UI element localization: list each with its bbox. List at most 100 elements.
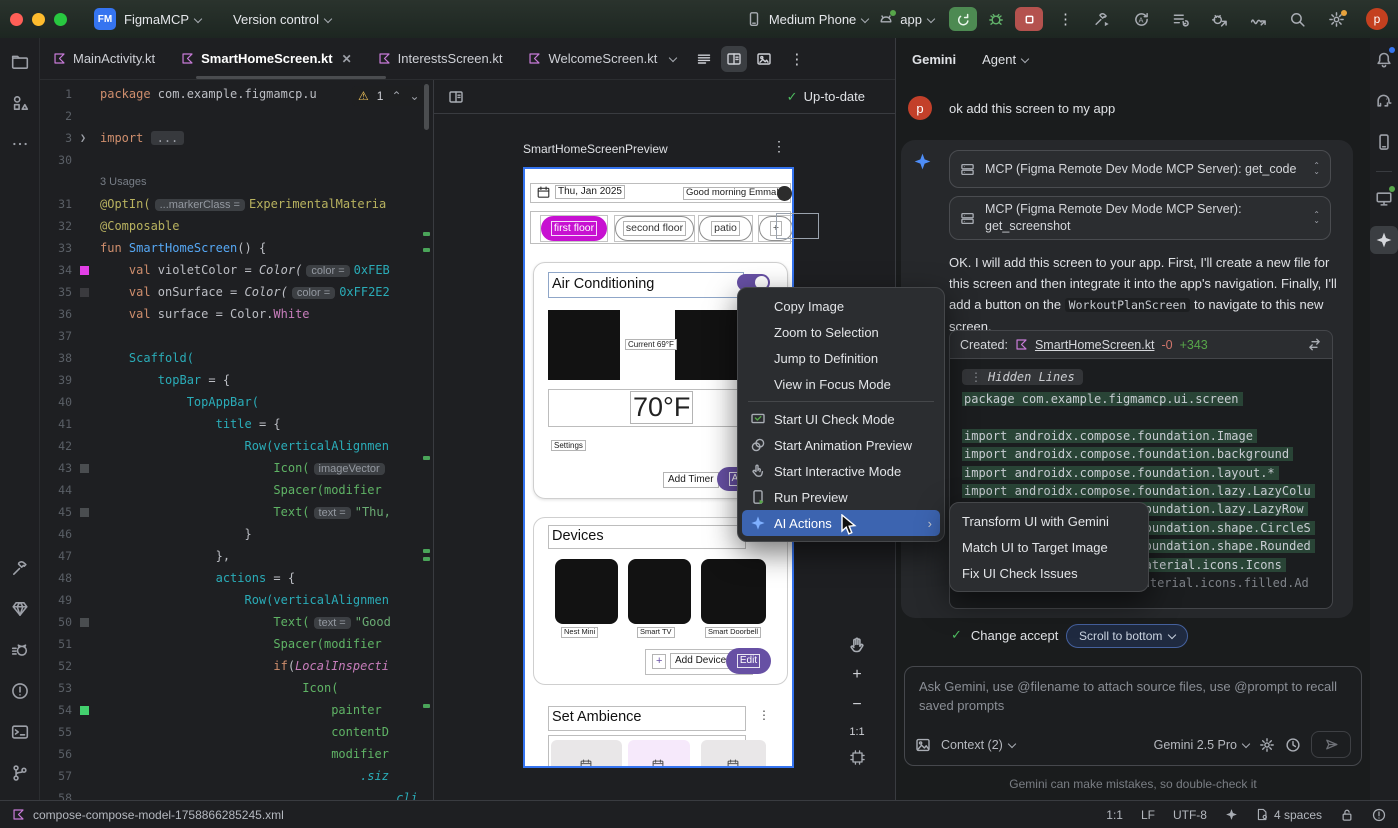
rerun-button[interactable]	[949, 7, 977, 31]
code-line[interactable]: 38 Scaffold(	[40, 347, 433, 369]
submenu-item-match-ui-to-target-image[interactable]: Match UI to Target Image	[950, 534, 1148, 560]
code-line[interactable]: 39 topBar = {	[40, 369, 433, 391]
chat-input[interactable]: Ask Gemini, use @filename to attach sour…	[904, 666, 1362, 766]
gem-icon[interactable]	[6, 595, 34, 623]
history-clock-icon[interactable]	[1285, 737, 1301, 753]
code-line[interactable]: 44 Spacer(modifier	[40, 479, 433, 501]
pan-hand-icon[interactable]	[848, 636, 866, 654]
attach-image-icon[interactable]	[915, 737, 931, 753]
more-actions-kebab-icon[interactable]: ⋮	[1058, 10, 1073, 28]
code-line[interactable]: 51 Spacer(modifier	[40, 633, 433, 655]
settings-gear-icon[interactable]	[1328, 11, 1345, 28]
code-line[interactable]: 37	[40, 325, 433, 347]
menu-item-start-animation-preview[interactable]: Start Animation Preview	[738, 432, 944, 458]
notifications-bell-icon[interactable]	[1370, 46, 1398, 74]
profiler-wave-icon[interactable]	[1250, 11, 1267, 28]
file-tab-welcomescreen-kt[interactable]: WelcomeScreen.kt	[515, 38, 689, 79]
file-tab-mainactivity-kt[interactable]: MainActivity.kt	[40, 38, 168, 79]
editor-code-view-toggle[interactable]	[691, 46, 717, 72]
menu-item-view-in-focus-mode[interactable]: View in Focus Mode	[738, 371, 944, 397]
code-line[interactable]: 54 painter	[40, 699, 433, 721]
caret-position[interactable]: 1:1	[1106, 808, 1123, 822]
lock-icon[interactable]	[1340, 808, 1354, 822]
color-swatch-icon[interactable]	[80, 706, 89, 715]
chevron-down-icon[interactable]	[669, 53, 677, 61]
zoom-to-fit-icon[interactable]	[850, 750, 865, 765]
device-tile-2[interactable]	[701, 559, 766, 624]
tool-call-chip[interactable]: MCP (Figma Remote Dev Mode MCP Server): …	[949, 196, 1331, 240]
code-line[interactable]: 53 Icon(	[40, 677, 433, 699]
tab-gemini[interactable]: Gemini	[912, 52, 956, 67]
maximize-window-button[interactable]	[54, 13, 67, 26]
tab-agent[interactable]: Agent	[982, 52, 1028, 67]
debug-bug-icon[interactable]	[988, 11, 1004, 27]
statusbar-filename[interactable]: compose-compose-model-1758866285245.xml	[33, 808, 284, 822]
user-avatar[interactable]: p	[1366, 8, 1388, 30]
submenu-item-fix-ui-check-issues[interactable]: Fix UI Check Issues	[950, 560, 1148, 586]
color-swatch-icon[interactable]	[80, 266, 89, 275]
structure-shapes-icon[interactable]	[6, 89, 34, 117]
menu-item-jump-to-definition[interactable]: Jump to Definition	[738, 345, 944, 371]
ac-settings-label[interactable]: Settings	[551, 440, 586, 451]
code-line[interactable]: 2	[40, 105, 433, 127]
usages-hint[interactable]: 3 Usages	[100, 176, 146, 188]
floor-chip-0[interactable]: first floor	[540, 215, 608, 242]
floor-chip-1[interactable]: second floor	[614, 215, 695, 242]
code-line[interactable]: 46 }	[40, 523, 433, 545]
zoom-in-button[interactable]: +	[852, 666, 861, 684]
expand-chevron-icon[interactable]: ⌃⌄	[1313, 163, 1320, 175]
chat-settings-gear-icon[interactable]	[1259, 737, 1275, 753]
add-device-button[interactable]: Add Device	[670, 653, 731, 669]
sync-alphabetical-icon[interactable]: A	[1133, 11, 1150, 28]
code-line[interactable]: 34 val violetColor = Color(color =0xFEB	[40, 259, 433, 281]
menu-item-zoom-to-selection[interactable]: Zoom to Selection	[738, 319, 944, 345]
color-swatch-icon[interactable]	[80, 618, 89, 627]
hidden-lines-chip[interactable]: ⋮Hidden Lines	[962, 369, 1083, 385]
gradle-elephant-icon[interactable]	[1370, 87, 1398, 115]
editor-scrollbar[interactable]	[424, 84, 429, 130]
project-selector[interactable]: FigmaMCP	[124, 12, 201, 27]
floor-chip-2[interactable]: patio	[698, 215, 753, 242]
tool-call-chip[interactable]: MCP (Figma Remote Dev Mode MCP Server): …	[949, 150, 1331, 188]
code-line[interactable]: 42 Row(verticalAlignmen	[40, 435, 433, 457]
zoom-level[interactable]: 1:1	[849, 726, 864, 738]
running-devices-phone-icon[interactable]	[1370, 128, 1398, 156]
open-diff-icon[interactable]	[1307, 337, 1322, 352]
tab-scrollbar[interactable]	[196, 76, 386, 79]
zoom-out-button[interactable]: −	[852, 696, 861, 714]
device-tile-0[interactable]	[555, 559, 618, 624]
profile-bug-icon[interactable]	[1211, 11, 1228, 28]
code-line[interactable]: 50 Text(text ="Good	[40, 611, 433, 633]
code-line[interactable]: 55 contentD	[40, 721, 433, 743]
minimize-window-button[interactable]	[32, 13, 45, 26]
code-line[interactable]: 36 val surface = Color.White	[40, 303, 433, 325]
add-timer-button[interactable]: Add Timer	[663, 472, 719, 488]
file-encoding[interactable]: UTF-8	[1173, 808, 1207, 822]
running-cat-icon[interactable]	[6, 636, 34, 664]
code-line[interactable]: 31@OptIn(...markerClass =ExperimentalMat…	[40, 193, 433, 215]
inspections-widget[interactable]: ⚠ 1 ⌃ ⌄	[352, 86, 426, 106]
expand-chevron-icon[interactable]: ⌃⌄	[1313, 212, 1320, 224]
ai-sparkle-icon[interactable]	[1225, 808, 1238, 821]
terminal-icon[interactable]	[6, 718, 34, 746]
scroll-to-bottom-button[interactable]: Scroll to bottom	[1066, 624, 1188, 648]
preview-layout-icon[interactable]	[448, 89, 464, 105]
device-selector[interactable]: Medium Phone	[769, 12, 868, 27]
prev-issue-chevron-icon[interactable]: ⌃	[391, 89, 401, 103]
close-tab-icon[interactable]: ✕	[342, 52, 352, 66]
code-line[interactable]: 40 TopAppBar(	[40, 391, 433, 413]
code-line[interactable]: 3 Usages	[40, 171, 433, 193]
device-manager-icon[interactable]	[1370, 185, 1398, 213]
preview-options-kebab-icon[interactable]: ⋮	[772, 138, 786, 155]
code-line[interactable]: 33fun SmartHomeScreen() {	[40, 237, 433, 259]
indent-setting[interactable]: 4 spaces	[1256, 808, 1322, 822]
devices-edit-button[interactable]: Edit	[726, 648, 771, 674]
line-separator[interactable]: LF	[1141, 808, 1155, 822]
code-line[interactable]: 3❯import ...	[40, 127, 433, 149]
git-branch-icon[interactable]	[6, 759, 34, 787]
code-line[interactable]: 47 },	[40, 545, 433, 567]
build-hammer-icon[interactable]	[6, 554, 34, 582]
ambience-kebab-icon[interactable]: ⋮	[758, 708, 770, 722]
code-line[interactable]: 30	[40, 149, 433, 171]
editor-split-view-toggle[interactable]	[721, 46, 747, 72]
